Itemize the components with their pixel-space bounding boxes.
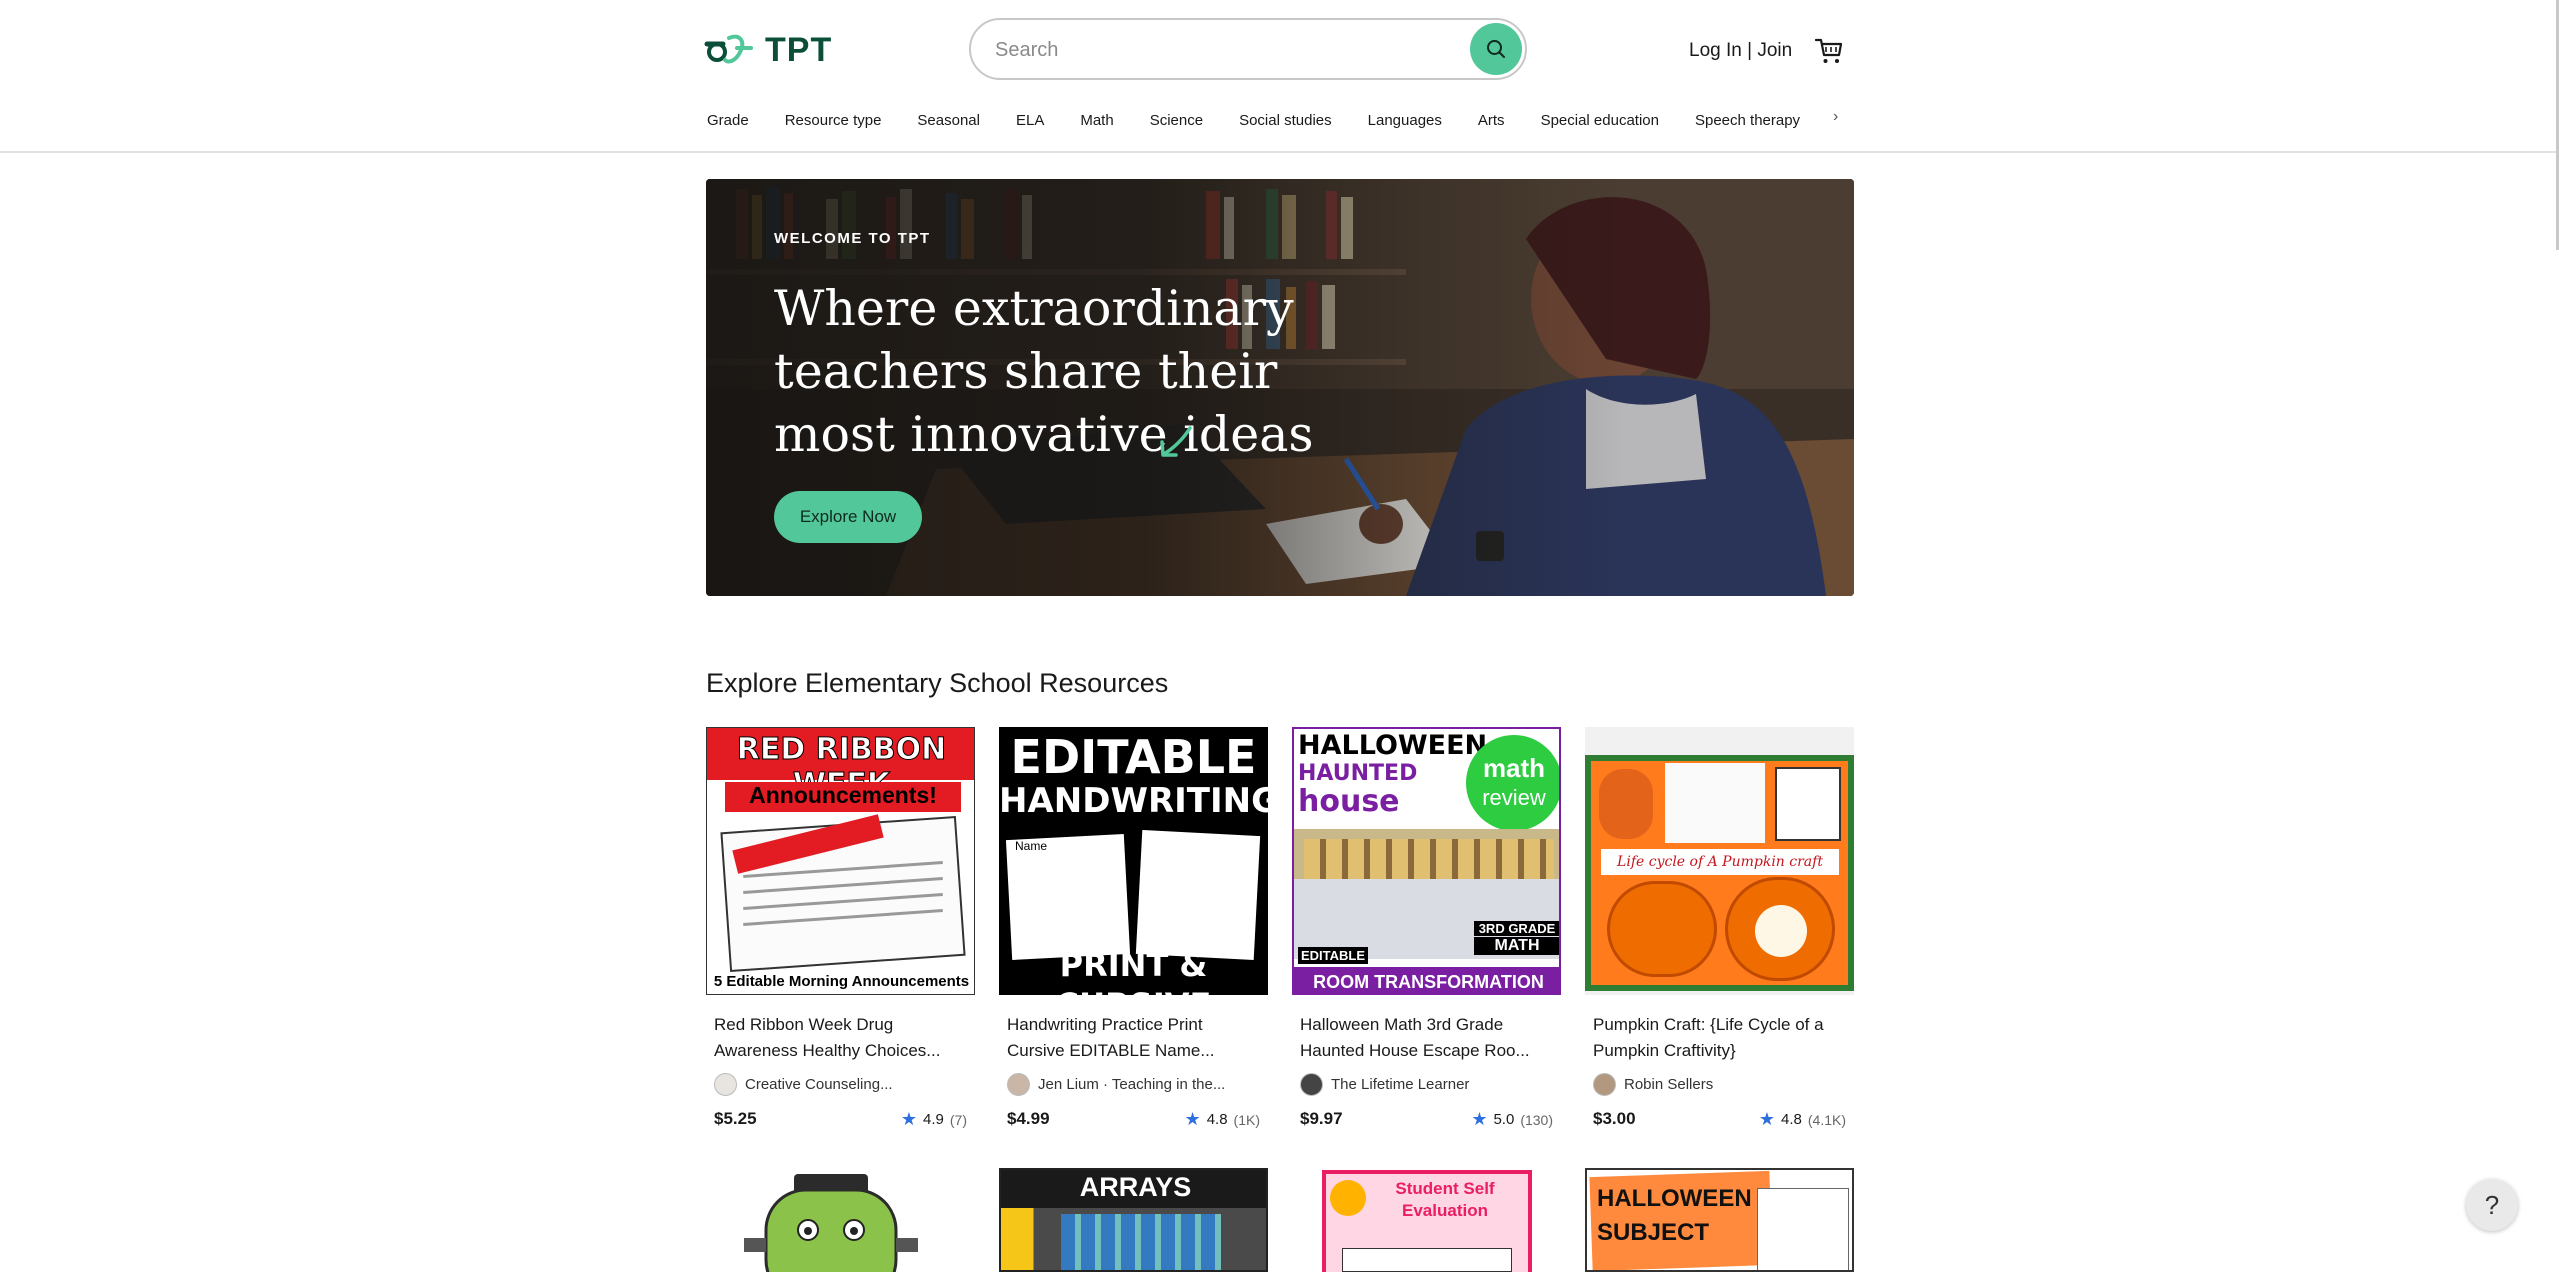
nav-item-grade[interactable]: Grade bbox=[707, 112, 749, 129]
thumb-heading: Life cycle of A Pumpkin craft bbox=[1601, 849, 1839, 875]
nav-item-speech-therapy[interactable]: Speech therapy bbox=[1695, 112, 1800, 129]
product-title[interactable]: Red Ribbon Week Drug Awareness Healthy C… bbox=[714, 1012, 970, 1064]
product-thumbnail[interactable]: HALLOWEEN SUBJECT bbox=[1585, 1168, 1854, 1272]
product-thumbnail[interactable]: ARRAYS CRAFTIVITY bbox=[999, 1168, 1268, 1272]
thumb-heading: HALLOWEEN bbox=[1298, 730, 1488, 761]
product-price: $3.00 bbox=[1593, 1109, 1636, 1128]
thumb-badge: math bbox=[1482, 753, 1546, 783]
nav-item-seasonal[interactable]: Seasonal bbox=[917, 112, 980, 129]
seller-name: Creative Counseling... bbox=[745, 1075, 893, 1093]
seller-link[interactable]: Jen Lium · Teaching in the... bbox=[1007, 1072, 1225, 1096]
cart-icon[interactable] bbox=[1814, 36, 1844, 66]
site-header: TPT Log In | Join Grade Resource type Se… bbox=[0, 0, 2559, 153]
login-join-link[interactable]: Log In | Join bbox=[1689, 40, 1792, 62]
seller-avatar bbox=[1300, 1072, 1323, 1096]
seller-link[interactable]: Robin Sellers bbox=[1593, 1072, 1713, 1096]
thumb-badge-2: review bbox=[1482, 785, 1546, 810]
star-icon: ★ bbox=[1184, 1109, 1201, 1129]
seller-avatar bbox=[1007, 1072, 1030, 1096]
star-icon: ★ bbox=[1471, 1109, 1488, 1129]
product-price: $5.25 bbox=[714, 1109, 757, 1128]
product-thumbnail[interactable]: RED RIBBON WEEK Announcements! 5 Editabl… bbox=[706, 727, 975, 995]
frankenstein-illustration bbox=[744, 1174, 918, 1272]
product-thumbnail[interactable]: Student Self Evaluation bbox=[1292, 1168, 1561, 1272]
product-price: $4.99 bbox=[1007, 1109, 1050, 1128]
search-icon bbox=[1487, 40, 1505, 58]
search-button[interactable] bbox=[1470, 23, 1522, 75]
star-icon: ★ bbox=[1758, 1109, 1776, 1129]
product-rating: ★ 4.8 (4.1K) bbox=[1759, 1109, 1846, 1130]
nav-item-science[interactable]: Science bbox=[1150, 112, 1203, 129]
nav-item-resource-type[interactable]: Resource type bbox=[785, 112, 882, 129]
thumb-heading: HALLOWEEN SUBJECT bbox=[1597, 1185, 1752, 1246]
nav-item-social-studies[interactable]: Social studies bbox=[1239, 112, 1332, 129]
hero-arrow-icon bbox=[1160, 426, 1192, 457]
thumb-tag: EDITABLE bbox=[1298, 947, 1369, 964]
search-bar bbox=[969, 18, 1527, 80]
nav-item-languages[interactable]: Languages bbox=[1368, 112, 1442, 129]
seller-name: The Lifetime Learner bbox=[1331, 1075, 1470, 1093]
search-input[interactable] bbox=[995, 34, 1435, 66]
rating-value: 4.8 bbox=[1781, 1111, 1802, 1128]
rating-value: 4.8 bbox=[1206, 1111, 1228, 1128]
nav-item-arts[interactable]: Arts bbox=[1478, 112, 1505, 129]
product-thumbnail[interactable] bbox=[706, 1168, 975, 1272]
nav-item-special-education[interactable]: Special education bbox=[1541, 112, 1659, 129]
hero-eyebrow: WELCOME TO TPT bbox=[774, 230, 931, 247]
rating-count: (7) bbox=[949, 1111, 967, 1128]
product-rating: ★ 5.0 (130) bbox=[1471, 1109, 1553, 1130]
thumb-heading: EDITABLE bbox=[1010, 730, 1257, 784]
star-icon: ★ bbox=[900, 1109, 918, 1129]
seller-avatar bbox=[714, 1072, 737, 1096]
section-title: Explore Elementary School Resources bbox=[706, 668, 1169, 698]
rating-value: 4.9 bbox=[923, 1111, 944, 1128]
nav-item-math[interactable]: Math bbox=[1080, 112, 1113, 129]
product-thumbnail[interactable]: HALLOWEEN HAUNTED house math review EDIT… bbox=[1292, 727, 1561, 995]
tpt-logo-mark-icon bbox=[704, 34, 753, 64]
nav-item-ela[interactable]: ELA bbox=[1016, 112, 1044, 129]
rating-count: (1K) bbox=[1233, 1111, 1260, 1128]
rating-count: (4.1K) bbox=[1807, 1111, 1846, 1128]
thumb-heading: Student Self Evaluation bbox=[1395, 1179, 1495, 1220]
brand-name: TPT bbox=[765, 30, 833, 69]
thumb-footer: ROOM TRANSFORMATION bbox=[1294, 967, 1559, 993]
seller-avatar bbox=[1593, 1072, 1616, 1096]
seller-name: Jen Lium · Teaching in the... bbox=[1038, 1075, 1226, 1093]
thumb-footer: PRINT & CURSIVE bbox=[1056, 946, 1212, 995]
product-price: $9.97 bbox=[1300, 1109, 1343, 1128]
product-title[interactable]: Handwriting Practice Print Cursive EDITA… bbox=[1007, 1012, 1263, 1064]
rating-count: (130) bbox=[1520, 1111, 1553, 1128]
thumb-tag-3: MATH bbox=[1474, 937, 1559, 955]
tpt-logo[interactable]: TPT bbox=[703, 28, 832, 72]
product-thumbnail[interactable]: EDITABLE HANDWRITING Name PRINT & CURSIV… bbox=[999, 727, 1268, 995]
hero-headline: Where extraordinary teachers share their… bbox=[774, 280, 1314, 463]
thumb-subheading: HANDWRITING bbox=[999, 781, 1268, 821]
hero-banner: WELCOME TO TPT Where extraordinary teach… bbox=[706, 179, 1854, 596]
product-thumbnail[interactable]: Life cycle of A Pumpkin craft bbox=[1585, 727, 1854, 995]
help-button[interactable]: ? bbox=[2466, 1179, 2518, 1231]
nav-scroll-right-icon[interactable]: › bbox=[1833, 108, 1838, 126]
product-rating: ★ 4.9 (7) bbox=[901, 1109, 967, 1130]
product-title[interactable]: Halloween Math 3rd Grade Haunted House E… bbox=[1300, 1012, 1556, 1064]
thumb-footer: 5 Editable Morning Announcements bbox=[713, 973, 970, 990]
explore-now-button[interactable]: Explore Now bbox=[774, 491, 922, 543]
category-nav: Grade Resource type Seasonal ELA Math Sc… bbox=[707, 108, 1800, 132]
product-title[interactable]: Pumpkin Craft: {Life Cycle of a Pumpkin … bbox=[1593, 1012, 1849, 1064]
seller-name: Robin Sellers bbox=[1624, 1075, 1714, 1093]
product-rating: ★ 4.8 (1K) bbox=[1185, 1109, 1260, 1130]
thumb-tag-2: 3RD GRADE bbox=[1474, 921, 1559, 936]
seller-link[interactable]: Creative Counseling... bbox=[714, 1072, 893, 1096]
thumb-name-label: Name bbox=[1015, 839, 1048, 853]
rating-value: 5.0 bbox=[1493, 1111, 1515, 1128]
thumb-subheading-2: house bbox=[1298, 784, 1400, 819]
thumb-subheading: Announcements! bbox=[725, 782, 961, 812]
seller-link[interactable]: The Lifetime Learner bbox=[1300, 1072, 1469, 1096]
